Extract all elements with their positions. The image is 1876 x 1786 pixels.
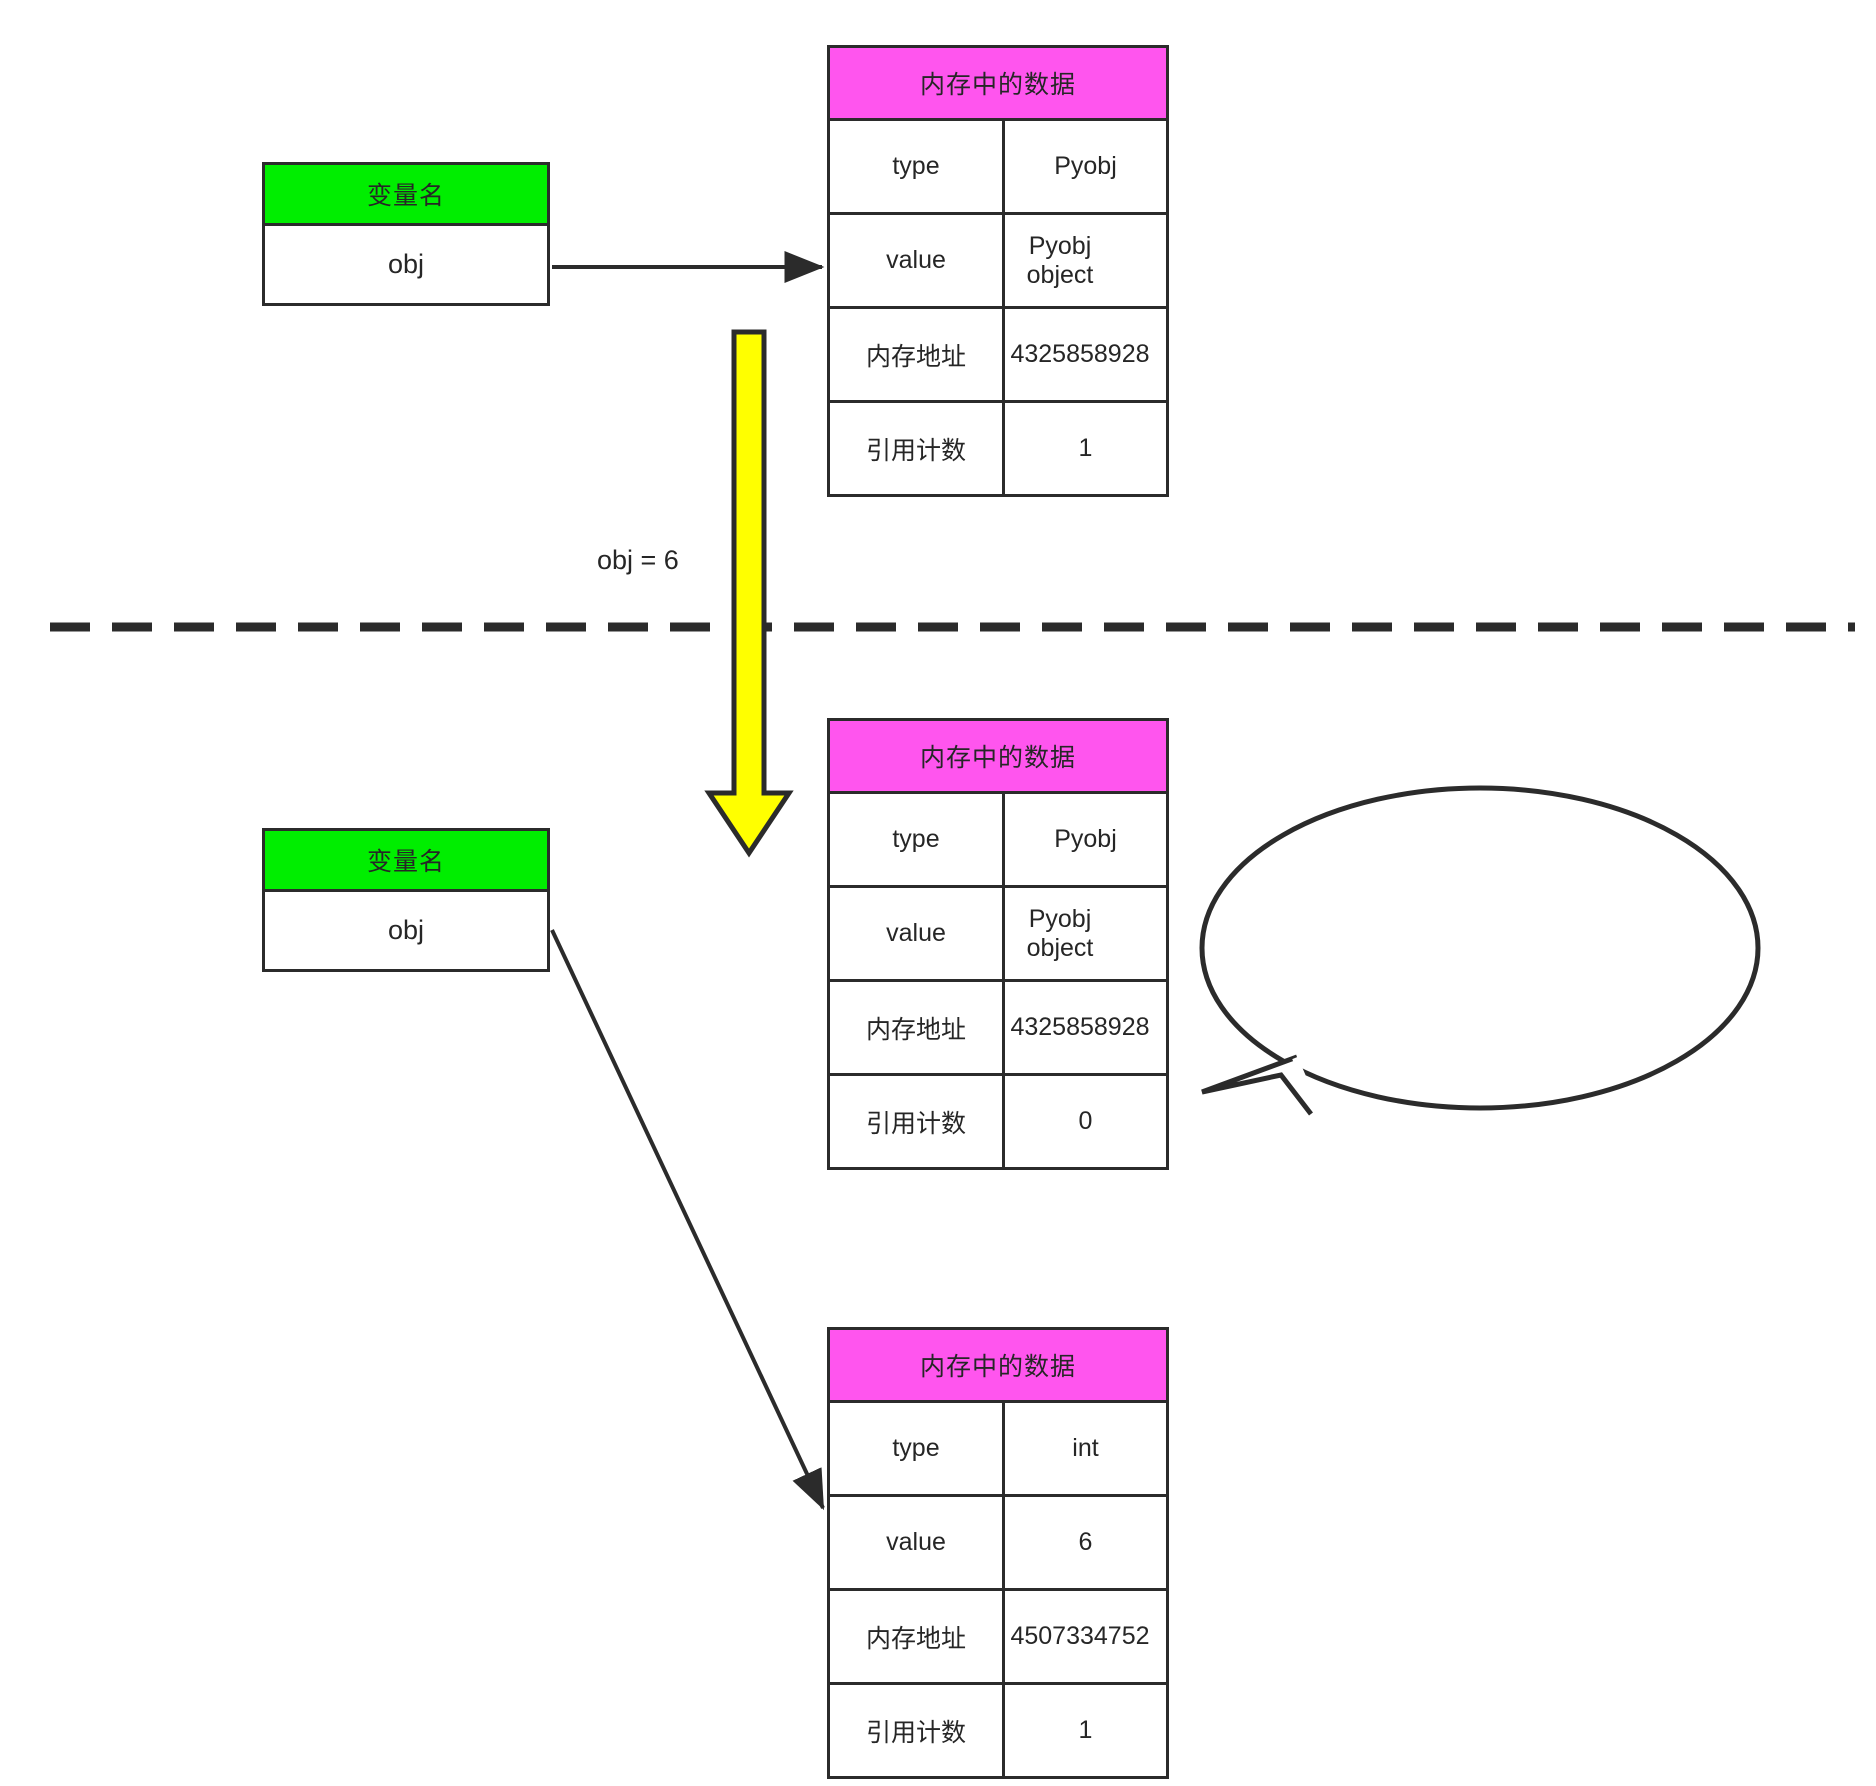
- table-row: type Pyobj: [830, 794, 1166, 888]
- variable-box-bottom: 变量名 obj: [262, 828, 550, 972]
- variable-box-bottom-header: 变量名: [265, 831, 547, 892]
- memory-table-top: 内存中的数据 type Pyobj value Pyobj object 内存地…: [827, 45, 1169, 497]
- memory-row-key: type: [830, 121, 1005, 212]
- pointer-arrow-bottom: [550, 929, 825, 1511]
- memory-table-old-header: 内存中的数据: [830, 721, 1166, 794]
- memory-row-value: 4325858928: [1010, 340, 1150, 369]
- memory-table-new-header: 内存中的数据: [830, 1330, 1166, 1403]
- memory-row-value: Pyobj object: [1026, 904, 1094, 962]
- memory-table-new: 内存中的数据 type int value 6 内存地址 4507334752 …: [827, 1327, 1169, 1779]
- memory-row-key: type: [830, 1403, 1005, 1494]
- memory-row-key: 引用计数: [830, 1685, 1005, 1776]
- memory-row-value: Pyobj object: [1026, 231, 1094, 289]
- transition-label: obj = 6: [597, 545, 679, 575]
- variable-box-top-header: 变量名: [265, 165, 547, 226]
- table-row: 引用计数 1: [830, 403, 1166, 494]
- memory-row-key: 引用计数: [830, 403, 1005, 494]
- table-row: value 6: [830, 1497, 1166, 1591]
- memory-row-value: Pyobj: [1054, 825, 1117, 854]
- memory-table-top-header: 内存中的数据: [830, 48, 1166, 121]
- memory-row-value: 6: [1078, 1528, 1093, 1557]
- memory-row-key: value: [830, 1497, 1005, 1588]
- memory-row-value: Pyobj: [1054, 152, 1117, 181]
- memory-table-old: 内存中的数据 type Pyobj value Pyobj object 内存地…: [827, 718, 1169, 1170]
- table-row: value Pyobj object: [830, 215, 1166, 309]
- memory-row-key: type: [830, 794, 1005, 885]
- memory-row-value: 1: [1078, 1716, 1093, 1745]
- memory-row-value: 4325858928: [1010, 1013, 1150, 1042]
- memory-row-key: 内存地址: [830, 982, 1005, 1073]
- diagram-canvas: 变量名 obj 内存中的数据 type Pyobj value Pyobj ob…: [0, 0, 1876, 1786]
- memory-row-value: 1: [1078, 434, 1093, 463]
- table-row: 内存地址 4325858928: [830, 982, 1166, 1076]
- memory-row-key: 内存地址: [830, 1591, 1005, 1682]
- memory-row-value: int: [1072, 1434, 1099, 1463]
- variable-box-top-value: obj: [387, 249, 425, 279]
- memory-row-key: 内存地址: [830, 309, 1005, 400]
- table-row: 内存地址 4507334752: [830, 1591, 1166, 1685]
- variable-box-top: 变量名 obj: [262, 162, 550, 306]
- table-row: 内存地址 4325858928: [830, 309, 1166, 403]
- callout-text: 引用计数为0，对象被销毁，对象的__del__方法被调用: [1220, 914, 1736, 979]
- transition-arrow-yellow: [704, 329, 794, 858]
- variable-box-bottom-value: obj: [387, 915, 425, 945]
- memory-row-value: 4507334752: [1010, 1622, 1150, 1651]
- table-row: 引用计数 1: [830, 1685, 1166, 1776]
- memory-row-key: value: [830, 888, 1005, 979]
- memory-row-key: value: [830, 215, 1005, 306]
- memory-row-key: 引用计数: [830, 1076, 1005, 1167]
- table-row: type Pyobj: [830, 121, 1166, 215]
- table-row: 引用计数 0: [830, 1076, 1166, 1167]
- memory-row-value: 0: [1078, 1107, 1093, 1136]
- table-row: type int: [830, 1403, 1166, 1497]
- table-row: value Pyobj object: [830, 888, 1166, 982]
